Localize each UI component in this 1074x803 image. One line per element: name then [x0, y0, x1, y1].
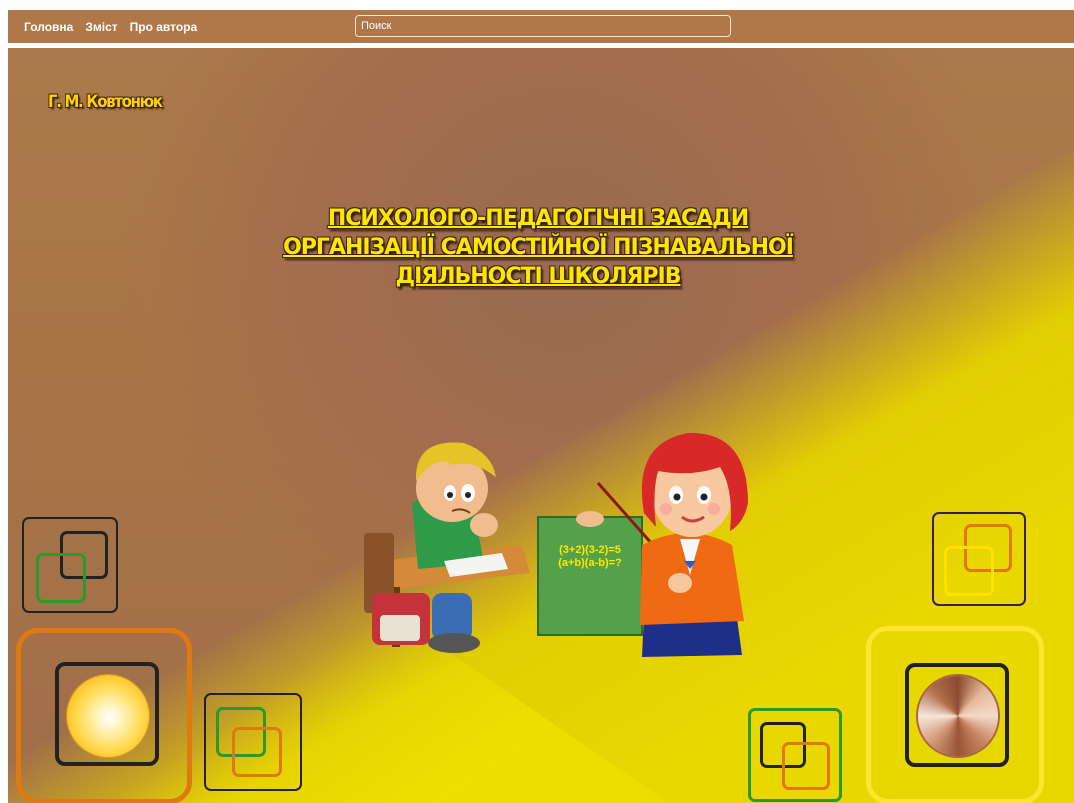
decorative-squares-icon — [204, 693, 302, 791]
board-line-1: (3+2)(3-2)=5 — [559, 544, 621, 556]
search-input[interactable] — [355, 15, 731, 37]
cover-stage: Г. М. Ковтонюк ПСИХОЛОГО-ПЕДАГОГІЧНІ ЗАС… — [8, 48, 1074, 803]
nav-contents-link[interactable]: Зміст — [85, 20, 117, 34]
board-line-2: (a+b)(a-b)=? — [558, 557, 622, 569]
forward-button[interactable] — [866, 626, 1044, 803]
top-nav-bar: Головна Зміст Про автора — [8, 10, 1074, 43]
decorative-squares-icon — [748, 708, 842, 802]
boy-hand — [470, 513, 498, 537]
back-button[interactable] — [16, 628, 192, 803]
forward-nav-icon — [918, 676, 998, 756]
teacher-hand — [668, 573, 692, 593]
nav-home-link[interactable]: Головна — [24, 20, 73, 34]
nav-about-link[interactable]: Про автора — [130, 20, 198, 34]
decorative-squares-icon — [932, 512, 1026, 606]
boy-shoe — [428, 633, 480, 653]
book-title: ПСИХОЛОГО-ПЕДАГОГІЧНІ ЗАСАДИ ОРГАНІЗАЦІЇ… — [283, 206, 794, 289]
teacher-student-illustration: (3+2)(3-2)=5 (a+b)(a-b)=? — [364, 432, 748, 657]
author-name: Г. М. Ковтонюк — [48, 92, 163, 112]
nav-links: Головна Зміст Про автора — [24, 20, 197, 34]
back-nav-icon — [67, 675, 149, 757]
decorative-squares-icon — [22, 517, 118, 613]
chalkboard — [537, 516, 643, 636]
